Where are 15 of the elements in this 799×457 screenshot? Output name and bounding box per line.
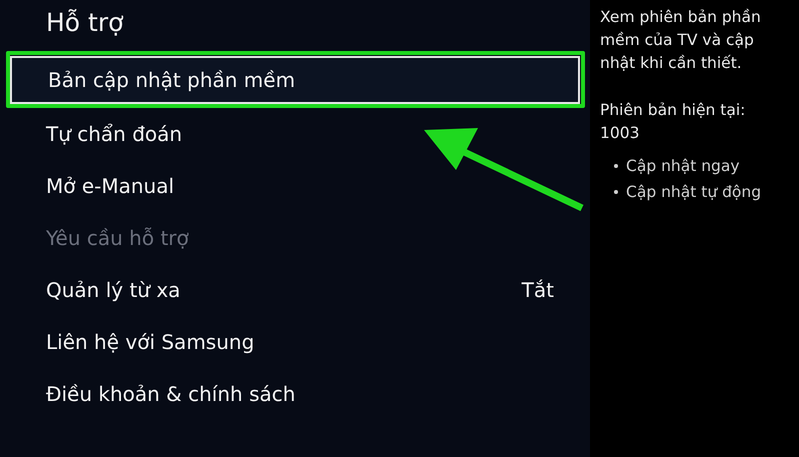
menu-item[interactable]: Liên hệ với Samsung [10,316,580,368]
option-text: Cập nhật ngay [626,156,740,177]
menu-item[interactable]: Điều khoản & chính sách [10,368,580,420]
option-text: Cập nhật tự động [626,182,762,203]
menu-item[interactable]: Quản lý từ xa Tắt [10,264,580,316]
bullet-icon [614,190,618,194]
menu-title: Hỗ trợ [46,7,124,39]
description-text: Xem phiên bản phần mềm của TV và cập nhật khi cần thiết. [600,7,762,74]
setting-value: Tắt [522,277,554,304]
menu-item[interactable]: Mở e-Manual [10,160,580,212]
version-label: Phiên bản hiện tại: [600,100,746,121]
menu-item[interactable]: Tự chẩn đoán [10,108,580,160]
menu-item[interactable]: Bản cập nhật phần mềm [10,56,580,104]
bullet-icon [614,164,618,168]
version-number: 1003 [600,123,640,144]
